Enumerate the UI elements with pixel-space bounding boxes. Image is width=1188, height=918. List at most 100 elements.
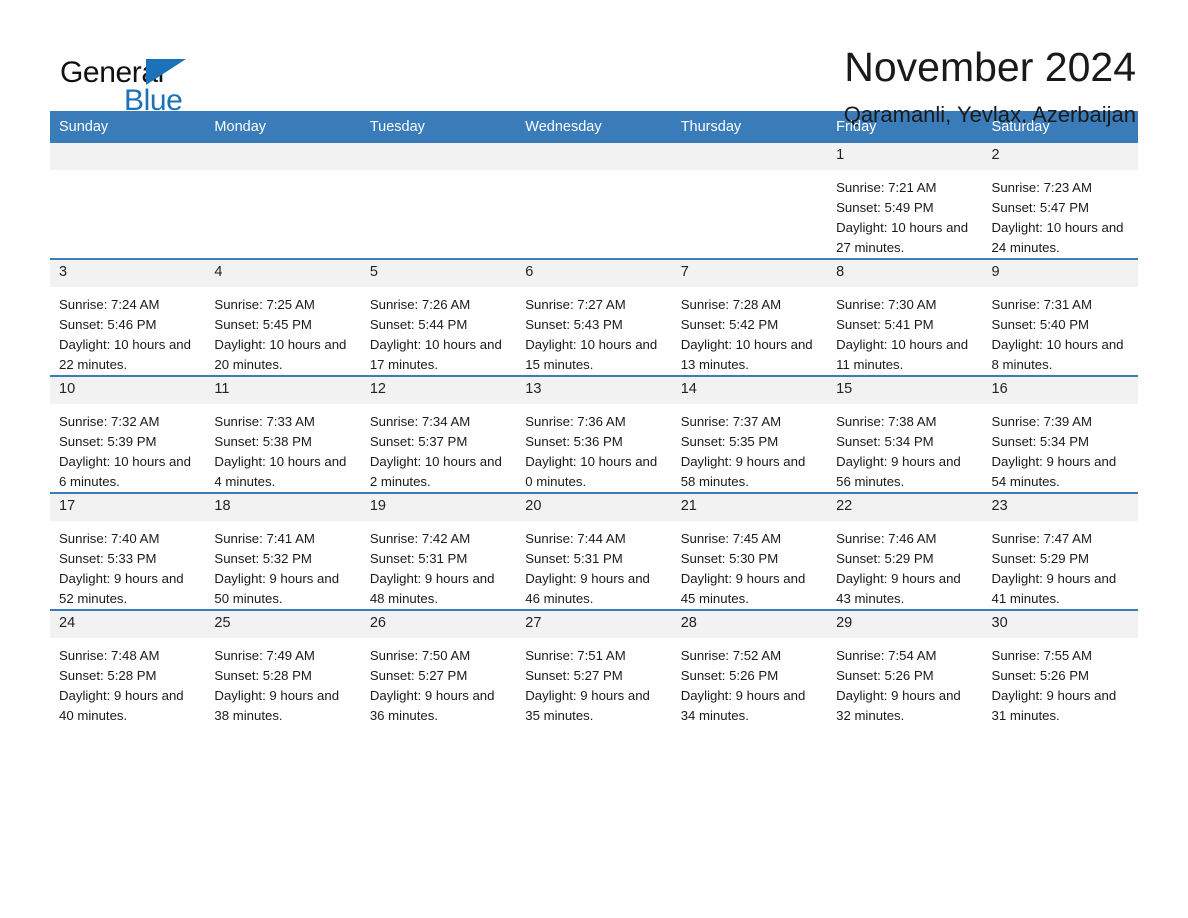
day-number: 13 bbox=[516, 377, 672, 404]
calendar-day-cell[interactable]: 20 Sunrise: 7:44 AM Sunset: 5:31 PM Dayligh… bbox=[516, 492, 672, 610]
daylight-text: Daylight: 9 hours and 32 minutes. bbox=[836, 688, 961, 723]
calendar-day-cell[interactable]: 14 Sunrise: 7:37 AM Sunset: 5:35 PM Dayligh… bbox=[671, 375, 828, 493]
calendar-day-cell[interactable]: 5 Sunrise: 7:26 AM Sunset: 5:44 PM Daylight… bbox=[360, 258, 517, 376]
daylight-text: Daylight: 9 hours and 38 minutes. bbox=[214, 688, 340, 723]
calendar-day-cell[interactable]: 6 Sunrise: 7:27 AM Sunset: 5:43 PM Daylight… bbox=[516, 258, 672, 376]
calendar-week-row: 3 Sunrise: 7:24 AM Sunset: 5:46 PM Daylight… bbox=[50, 258, 1138, 376]
day-details: Sunrise: 7:28 AM Sunset: 5:42 PM Daylight:… bbox=[672, 287, 827, 375]
sunset-text: Sunset: 5:29 PM bbox=[991, 551, 1090, 566]
day-details: Sunrise: 7:36 AM Sunset: 5:36 PM Daylight:… bbox=[516, 404, 671, 492]
logo-text-blue: Blue bbox=[124, 84, 183, 117]
calendar-day-cell-empty bbox=[671, 143, 828, 259]
day-number: 21 bbox=[671, 494, 828, 521]
day-number: 15 bbox=[827, 377, 983, 404]
day-details: Sunrise: 7:50 AM Sunset: 5:27 PM Daylight:… bbox=[361, 638, 516, 726]
daylight-text: Daylight: 9 hours and 56 minutes. bbox=[836, 454, 961, 489]
day-number bbox=[671, 143, 828, 170]
calendar-day-cell[interactable]: 15 Sunrise: 7:38 AM Sunset: 5:34 PM Dayligh… bbox=[827, 375, 983, 493]
daylight-text: Daylight: 10 hours and 0 minutes. bbox=[525, 454, 658, 489]
sunset-text: Sunset: 5:41 PM bbox=[836, 317, 934, 332]
weekday-header-wednesday: Wednesday bbox=[516, 111, 672, 143]
day-details: Sunrise: 7:25 AM Sunset: 5:45 PM Daylight:… bbox=[205, 287, 360, 375]
daylight-text: Daylight: 9 hours and 54 minutes. bbox=[991, 454, 1117, 489]
day-number: 9 bbox=[982, 260, 1138, 287]
day-number bbox=[360, 143, 517, 170]
day-details: Sunrise: 7:37 AM Sunset: 5:35 PM Daylight:… bbox=[672, 404, 827, 492]
day-number: 17 bbox=[50, 494, 206, 521]
daylight-text: Daylight: 10 hours and 27 minutes. bbox=[836, 220, 969, 255]
daylight-text: Daylight: 9 hours and 36 minutes. bbox=[369, 688, 495, 723]
day-details: Sunrise: 7:47 AM Sunset: 5:29 PM Daylight:… bbox=[983, 521, 1138, 609]
calendar-day-cell[interactable]: 24 Sunrise: 7:48 AM Sunset: 5:28 PM Dayligh… bbox=[50, 609, 206, 726]
day-number: 10 bbox=[50, 377, 206, 404]
daylight-text: Daylight: 10 hours and 2 minutes. bbox=[369, 454, 502, 489]
calendar-day-cell[interactable]: 12 Sunrise: 7:34 AM Sunset: 5:37 PM Dayligh… bbox=[360, 375, 517, 493]
sunrise-text: Sunrise: 7:51 AM bbox=[525, 648, 626, 663]
sunrise-text: Sunrise: 7:37 AM bbox=[680, 414, 782, 429]
calendar-day-cell[interactable]: 11 Sunrise: 7:33 AM Sunset: 5:38 PM Dayligh… bbox=[205, 375, 361, 493]
calendar-day-cell[interactable]: 28 Sunrise: 7:52 AM Sunset: 5:26 PM Dayligh… bbox=[671, 609, 828, 726]
calendar-day-cell-empty bbox=[205, 143, 361, 259]
calendar-day-cell[interactable]: 27 Sunrise: 7:51 AM Sunset: 5:27 PM Dayligh… bbox=[516, 609, 672, 726]
calendar-day-cell[interactable]: 30 Sunrise: 7:55 AM Sunset: 5:26 PM Dayligh… bbox=[982, 609, 1138, 726]
calendar-day-cell[interactable]: 7 Sunrise: 7:28 AM Sunset: 5:42 PM Daylight… bbox=[671, 258, 828, 376]
calendar-day-cell[interactable]: 19 Sunrise: 7:42 AM Sunset: 5:31 PM Dayligh… bbox=[360, 492, 517, 610]
day-number: 23 bbox=[982, 494, 1138, 521]
calendar-day-cell[interactable]: 9 Sunrise: 7:31 AM Sunset: 5:40 PM Daylight… bbox=[982, 258, 1138, 376]
day-details: Sunrise: 7:49 AM Sunset: 5:28 PM Daylight:… bbox=[205, 638, 360, 726]
daylight-text: Daylight: 10 hours and 6 minutes. bbox=[59, 454, 191, 489]
day-number: 5 bbox=[360, 260, 517, 287]
sunset-text: Sunset: 5:33 PM bbox=[59, 551, 157, 566]
sunrise-text: Sunrise: 7:39 AM bbox=[991, 414, 1092, 429]
day-details: Sunrise: 7:33 AM Sunset: 5:38 PM Daylight:… bbox=[205, 404, 360, 492]
calendar-day-cell[interactable]: 25 Sunrise: 7:49 AM Sunset: 5:28 PM Dayligh… bbox=[205, 609, 361, 726]
daylight-text: Daylight: 10 hours and 13 minutes. bbox=[680, 337, 813, 372]
calendar-day-cell[interactable]: 10 Sunrise: 7:32 AM Sunset: 5:39 PM Dayligh… bbox=[50, 375, 206, 493]
daylight-text: Daylight: 9 hours and 48 minutes. bbox=[369, 571, 495, 606]
sunrise-text: Sunrise: 7:54 AM bbox=[836, 648, 937, 663]
calendar-day-cell[interactable]: 29 Sunrise: 7:54 AM Sunset: 5:26 PM Dayligh… bbox=[827, 609, 983, 726]
day-number: 27 bbox=[516, 611, 672, 638]
calendar-day-cell[interactable]: 4 Sunrise: 7:25 AM Sunset: 5:45 PM Daylight… bbox=[205, 258, 361, 376]
calendar-day-cell[interactable]: 2 Sunrise: 7:23 AM Sunset: 5:47 PM Daylight… bbox=[982, 143, 1138, 259]
sunrise-text: Sunrise: 7:21 AM bbox=[836, 180, 937, 195]
location-subtitle: Qaramanli, Yevlax, Azerbaijan bbox=[843, 102, 1136, 128]
daylight-text: Daylight: 10 hours and 22 minutes. bbox=[59, 337, 191, 372]
calendar-day-cell[interactable]: 21 Sunrise: 7:45 AM Sunset: 5:30 PM Dayligh… bbox=[671, 492, 828, 610]
calendar-day-cell[interactable]: 18 Sunrise: 7:41 AM Sunset: 5:32 PM Dayligh… bbox=[205, 492, 361, 610]
sunset-text: Sunset: 5:44 PM bbox=[369, 317, 468, 332]
calendar-day-cell[interactable]: 1 Sunrise: 7:21 AM Sunset: 5:49 PM Daylight… bbox=[827, 143, 983, 259]
sunrise-text: Sunrise: 7:34 AM bbox=[369, 414, 471, 429]
calendar-day-cell[interactable]: 13 Sunrise: 7:36 AM Sunset: 5:36 PM Dayligh… bbox=[516, 375, 672, 493]
day-details: Sunrise: 7:54 AM Sunset: 5:26 PM Daylight:… bbox=[827, 638, 982, 726]
day-number: 26 bbox=[360, 611, 517, 638]
sunset-text: Sunset: 5:31 PM bbox=[369, 551, 468, 566]
day-number: 30 bbox=[982, 611, 1138, 638]
calendar-day-cell[interactable]: 22 Sunrise: 7:46 AM Sunset: 5:29 PM Dayligh… bbox=[827, 492, 983, 610]
daylight-text: Daylight: 10 hours and 24 minutes. bbox=[991, 220, 1124, 255]
day-number: 6 bbox=[516, 260, 672, 287]
calendar-day-cell[interactable]: 23 Sunrise: 7:47 AM Sunset: 5:29 PM Dayligh… bbox=[982, 492, 1138, 610]
day-number: 29 bbox=[827, 611, 983, 638]
sunset-text: Sunset: 5:32 PM bbox=[214, 551, 312, 566]
day-details: Sunrise: 7:24 AM Sunset: 5:46 PM Daylight:… bbox=[50, 287, 205, 375]
calendar-day-cell[interactable]: 3 Sunrise: 7:24 AM Sunset: 5:46 PM Daylight… bbox=[50, 258, 206, 376]
sunrise-text: Sunrise: 7:46 AM bbox=[836, 531, 937, 546]
calendar-body: 1 Sunrise: 7:21 AM Sunset: 5:49 PM Daylight… bbox=[50, 143, 1138, 726]
calendar-day-cell[interactable]: 26 Sunrise: 7:50 AM Sunset: 5:27 PM Dayligh… bbox=[360, 609, 517, 726]
sunset-text: Sunset: 5:42 PM bbox=[680, 317, 779, 332]
calendar-day-cell[interactable]: 8 Sunrise: 7:30 AM Sunset: 5:41 PM Daylight… bbox=[827, 258, 983, 376]
day-details: Sunrise: 7:38 AM Sunset: 5:34 PM Daylight:… bbox=[827, 404, 982, 492]
day-number: 25 bbox=[205, 611, 361, 638]
calendar-day-cell[interactable]: 17 Sunrise: 7:40 AM Sunset: 5:33 PM Dayligh… bbox=[50, 492, 206, 610]
calendar-day-cell[interactable]: 16 Sunrise: 7:39 AM Sunset: 5:34 PM Dayligh… bbox=[982, 375, 1138, 493]
day-details: Sunrise: 7:42 AM Sunset: 5:31 PM Daylight:… bbox=[361, 521, 516, 609]
day-number: 28 bbox=[671, 611, 828, 638]
daylight-text: Daylight: 9 hours and 40 minutes. bbox=[59, 688, 184, 723]
day-details: Sunrise: 7:39 AM Sunset: 5:34 PM Daylight:… bbox=[983, 404, 1138, 492]
general-blue-logo[interactable]: General Blue bbox=[50, 46, 220, 118]
sunrise-text: Sunrise: 7:31 AM bbox=[991, 297, 1092, 312]
sunset-text: Sunset: 5:37 PM bbox=[369, 434, 468, 449]
sunset-text: Sunset: 5:28 PM bbox=[59, 668, 157, 683]
calendar-week-row: 1 Sunrise: 7:21 AM Sunset: 5:49 PM Daylight… bbox=[50, 143, 1138, 259]
